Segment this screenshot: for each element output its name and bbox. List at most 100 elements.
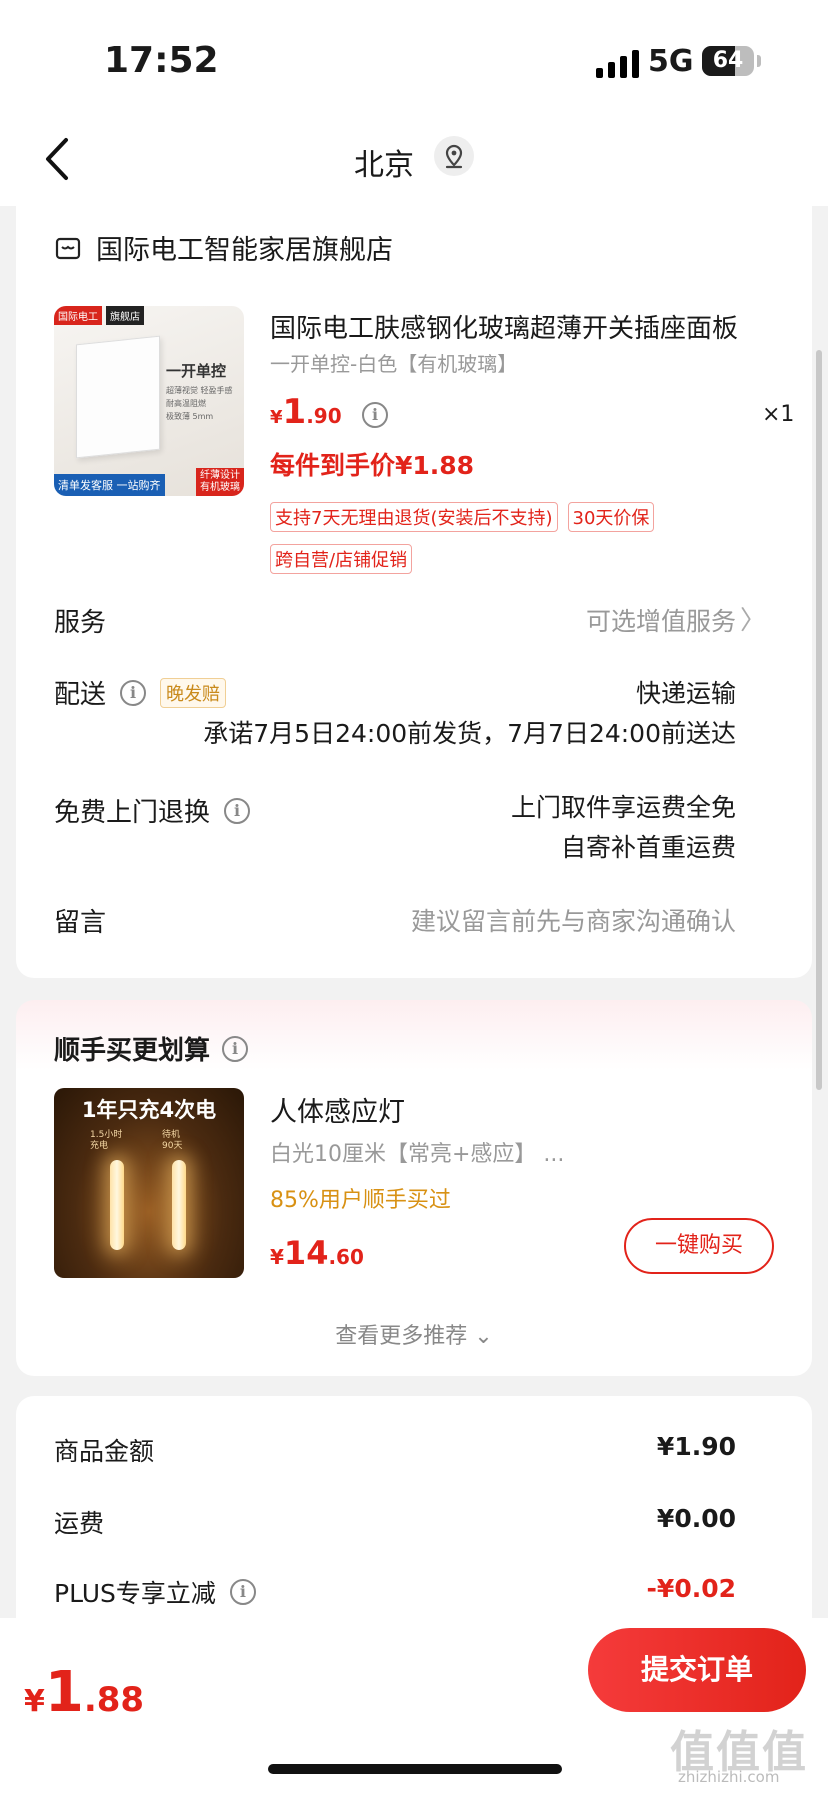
light-bar-illustration xyxy=(110,1160,124,1250)
return-line-1: 上门取件享运费全免 xyxy=(510,793,736,822)
summary-card: 商品金额 ¥1.90 运费 ¥0.00 PLUS专享立减 i -¥0.02 xyxy=(16,1396,812,1636)
late-compensation-tag: 晚发赔 xyxy=(160,677,227,708)
price-symbol: ¥ xyxy=(270,1245,284,1269)
status-time: 17:52 xyxy=(104,40,219,81)
recommend-title: 顺手买更划算 xyxy=(54,1036,211,1066)
recommend-bought: 85%用户顺手买过 xyxy=(270,1188,451,1213)
order-card: 国际电工智能家居旗舰店 国际电工 旗舰店 一开单控 超薄视觉 轻盈手感 耐高温阻… xyxy=(16,206,812,978)
message-label: 留言 xyxy=(54,908,107,938)
image-brand-badge: 国际电工 xyxy=(54,306,102,325)
service-label: 服务 xyxy=(54,608,107,638)
delivery-info-icon[interactable]: i xyxy=(120,679,147,706)
switch-panel-illustration xyxy=(76,335,160,459)
service-value[interactable]: 可选增值服务 xyxy=(586,602,736,638)
return-row: 免费上门退换 i xyxy=(54,792,251,829)
plus-info-icon[interactable]: i xyxy=(229,1579,256,1605)
return-label: 免费上门退换 xyxy=(54,798,211,828)
chevron-right-icon: 〉 xyxy=(739,606,766,636)
total-price: ¥1.88 xyxy=(24,1660,144,1725)
watermark-url: zhizhizhi.com xyxy=(678,1768,780,1786)
scrollbar[interactable] xyxy=(816,350,822,1090)
product-tags: 支持7天无理由退货(安装后不支持) 30天价保 跨自营/店铺促销 xyxy=(270,502,790,574)
one-click-buy-button[interactable]: 一键购买 xyxy=(624,1218,774,1274)
bottom-bar: ¥1.88 提交订单 值值值 zhizhizhi.com xyxy=(0,1618,828,1796)
summary-value: ¥0.00 xyxy=(656,1504,736,1533)
light-bar-illustration xyxy=(172,1160,186,1250)
summary-value: -¥0.02 xyxy=(646,1574,736,1603)
total-integer: 1 xyxy=(44,1660,84,1725)
delivery-promise: 承诺7月5日24:00前发货，7月7日24:00前送达 xyxy=(203,719,736,748)
battery-level: 64 xyxy=(712,48,744,73)
summary-value: ¥1.90 xyxy=(656,1432,736,1461)
image-feature: 耐高温阻燃 xyxy=(166,399,206,408)
recommend-image-right-line: 90天 xyxy=(162,1141,183,1151)
delivery-label: 配送 xyxy=(54,680,107,710)
recommend-image-left-line: 1.5小时 xyxy=(90,1130,123,1140)
tag-promo: 跨自营/店铺促销 xyxy=(270,544,413,574)
plus-discount-row: PLUS专享立减 i xyxy=(54,1574,256,1610)
recommend-image-headline: 1年只充4次电 xyxy=(81,1098,217,1122)
signal-icon xyxy=(596,50,639,78)
image-banner-right: 纤薄设计 有机玻璃 xyxy=(196,468,244,496)
nav-bar: 北京 xyxy=(0,120,828,206)
nav-title: 北京 xyxy=(354,148,414,183)
store-row[interactable]: 国际电工智能家居旗舰店 xyxy=(54,228,393,267)
store-name: 国际电工智能家居旗舰店 xyxy=(96,235,393,266)
image-banner-right-line: 有机玻璃 xyxy=(200,482,240,493)
recommend-image-left-line: 充电 xyxy=(90,1141,109,1151)
chevron-left-icon xyxy=(46,138,68,180)
price-info-icon[interactable]: i xyxy=(362,402,388,428)
recommend-name[interactable]: 人体感应灯 xyxy=(270,1090,405,1129)
recommend-card: 顺手买更划算 i 1年只充4次电 1.5小时 充电 待机 90天 人体感应灯 白… xyxy=(16,1000,812,1376)
image-headline: 一开单控 xyxy=(166,362,227,380)
return-info-icon[interactable]: i xyxy=(224,797,251,824)
product-price: ¥1.90 xyxy=(270,392,342,432)
location-button[interactable] xyxy=(434,136,474,176)
image-feature: 超薄视觉 轻盈手感 xyxy=(166,386,233,395)
price-symbol: ¥ xyxy=(270,407,283,428)
price-decimal: .60 xyxy=(328,1245,364,1269)
tag-price-protect: 30天价保 xyxy=(567,502,655,532)
image-feature: 极致薄 5mm xyxy=(166,412,214,421)
summary-label: 运费 xyxy=(54,1509,105,1538)
image-store-badge: 旗舰店 xyxy=(106,306,144,325)
final-price: 每件到手价¥1.88 xyxy=(270,451,475,480)
back-button[interactable] xyxy=(40,134,80,184)
recommend-image[interactable]: 1年只充4次电 1.5小时 充电 待机 90天 xyxy=(54,1088,244,1278)
recommend-image-left: 1.5小时 充电 xyxy=(90,1130,122,1152)
price-integer: 14 xyxy=(283,1234,329,1272)
battery-tip xyxy=(757,55,761,67)
price-decimal: .90 xyxy=(306,404,342,428)
recommend-header: 顺手买更划算 i xyxy=(54,1030,249,1067)
product-spec[interactable]: 一开单控-白色【有机玻璃】 xyxy=(270,348,517,377)
tag-return-policy: 支持7天无理由退货(安装后不支持) xyxy=(270,502,558,532)
status-bar: 17:52 5G 64 xyxy=(0,0,828,120)
total-decimal: .88 xyxy=(83,1680,145,1720)
product-image[interactable]: 国际电工 旗舰店 一开单控 超薄视觉 轻盈手感 耐高温阻燃 极致薄 5mm 清单… xyxy=(54,306,244,496)
network-label: 5G xyxy=(648,44,694,79)
delivery-method[interactable]: 快递运输 xyxy=(636,674,736,710)
recommend-image-right: 待机 90天 xyxy=(162,1130,182,1152)
store-icon xyxy=(55,237,81,259)
delivery-row: 配送 i 晚发赔 xyxy=(54,674,227,711)
more-recommend-link[interactable]: 查看更多推荐 ⌄ xyxy=(16,1318,812,1350)
total-symbol: ¥ xyxy=(24,1684,45,1719)
recommend-info-icon[interactable]: i xyxy=(222,1035,249,1062)
quantity: ×1 xyxy=(762,402,795,427)
recommend-spec[interactable]: 白光10厘米【常亮+感应】 ... xyxy=(270,1136,564,1168)
image-banner-left: 清单发客服 一站购齐 xyxy=(54,474,165,496)
product-title[interactable]: 国际电工肤感钢化玻璃超薄开关插座面板 xyxy=(270,308,790,345)
recommend-price: ¥14.60 xyxy=(270,1234,364,1272)
battery-icon: 64 xyxy=(702,46,754,76)
summary-label: 商品金额 xyxy=(54,1437,155,1466)
message-input[interactable]: 建议留言前先与商家沟通确认 xyxy=(411,902,736,938)
submit-order-button[interactable]: 提交订单 xyxy=(588,1628,806,1712)
image-banner-right-line: 纤薄设计 xyxy=(200,470,240,481)
location-pin-icon xyxy=(445,144,463,169)
image-features: 超薄视觉 轻盈手感 耐高温阻燃 极致薄 5mm xyxy=(166,384,233,423)
summary-label: PLUS专享立减 xyxy=(54,1579,216,1608)
recommend-image-right-line: 待机 xyxy=(162,1130,181,1140)
return-line-2: 自寄补首重运费 xyxy=(560,833,736,862)
price-integer: 1 xyxy=(282,392,307,432)
home-indicator[interactable] xyxy=(268,1764,562,1774)
